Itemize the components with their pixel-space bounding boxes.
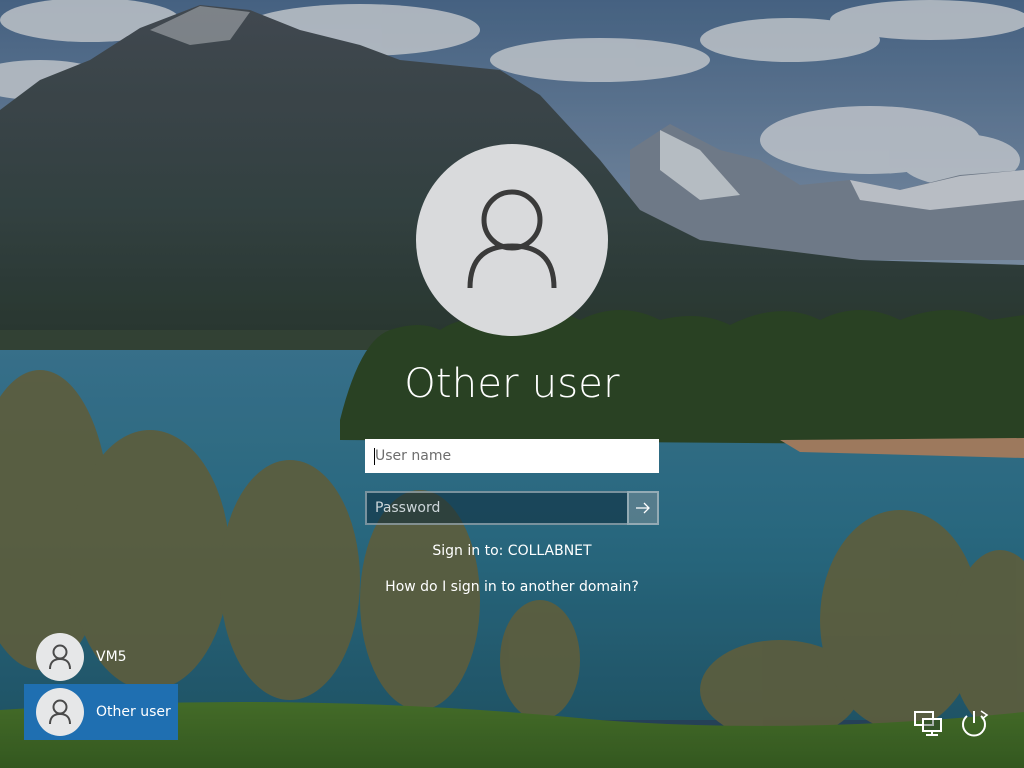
- network-button[interactable]: [910, 707, 946, 739]
- submit-button[interactable]: [627, 491, 659, 525]
- user-tile-other-user[interactable]: Other user: [24, 684, 178, 740]
- text-caret: [374, 448, 375, 465]
- arrow-right-icon: [636, 502, 650, 514]
- user-tile-vm5[interactable]: VM5: [24, 629, 178, 685]
- power-icon: [962, 710, 989, 737]
- user-tile-avatar: [36, 633, 84, 681]
- ease-of-access-power-button[interactable]: [956, 707, 992, 739]
- another-domain-help-link-label[interactable]: How do I sign in to another domain?: [385, 579, 639, 595]
- user-tile-label: VM5: [96, 649, 127, 665]
- user-icon: [49, 644, 71, 670]
- network-icon: [914, 711, 942, 736]
- user-icon: [49, 699, 71, 725]
- user-avatar-large: [416, 144, 608, 336]
- username-input[interactable]: [365, 439, 659, 473]
- user-tile-label: Other user: [96, 704, 171, 720]
- user-tile-avatar: [36, 688, 84, 736]
- signin-domain-text: Sign in to: COLLABNET: [432, 543, 592, 559]
- lock-screen: Other user Sign in to: COLLABNET How do …: [0, 0, 1024, 768]
- user-silhouette-icon: [467, 189, 557, 289]
- user-display-name: Other user: [404, 361, 620, 407]
- password-input[interactable]: [365, 491, 627, 525]
- another-domain-help-link[interactable]: How do I sign in to another domain?: [0, 579, 1024, 595]
